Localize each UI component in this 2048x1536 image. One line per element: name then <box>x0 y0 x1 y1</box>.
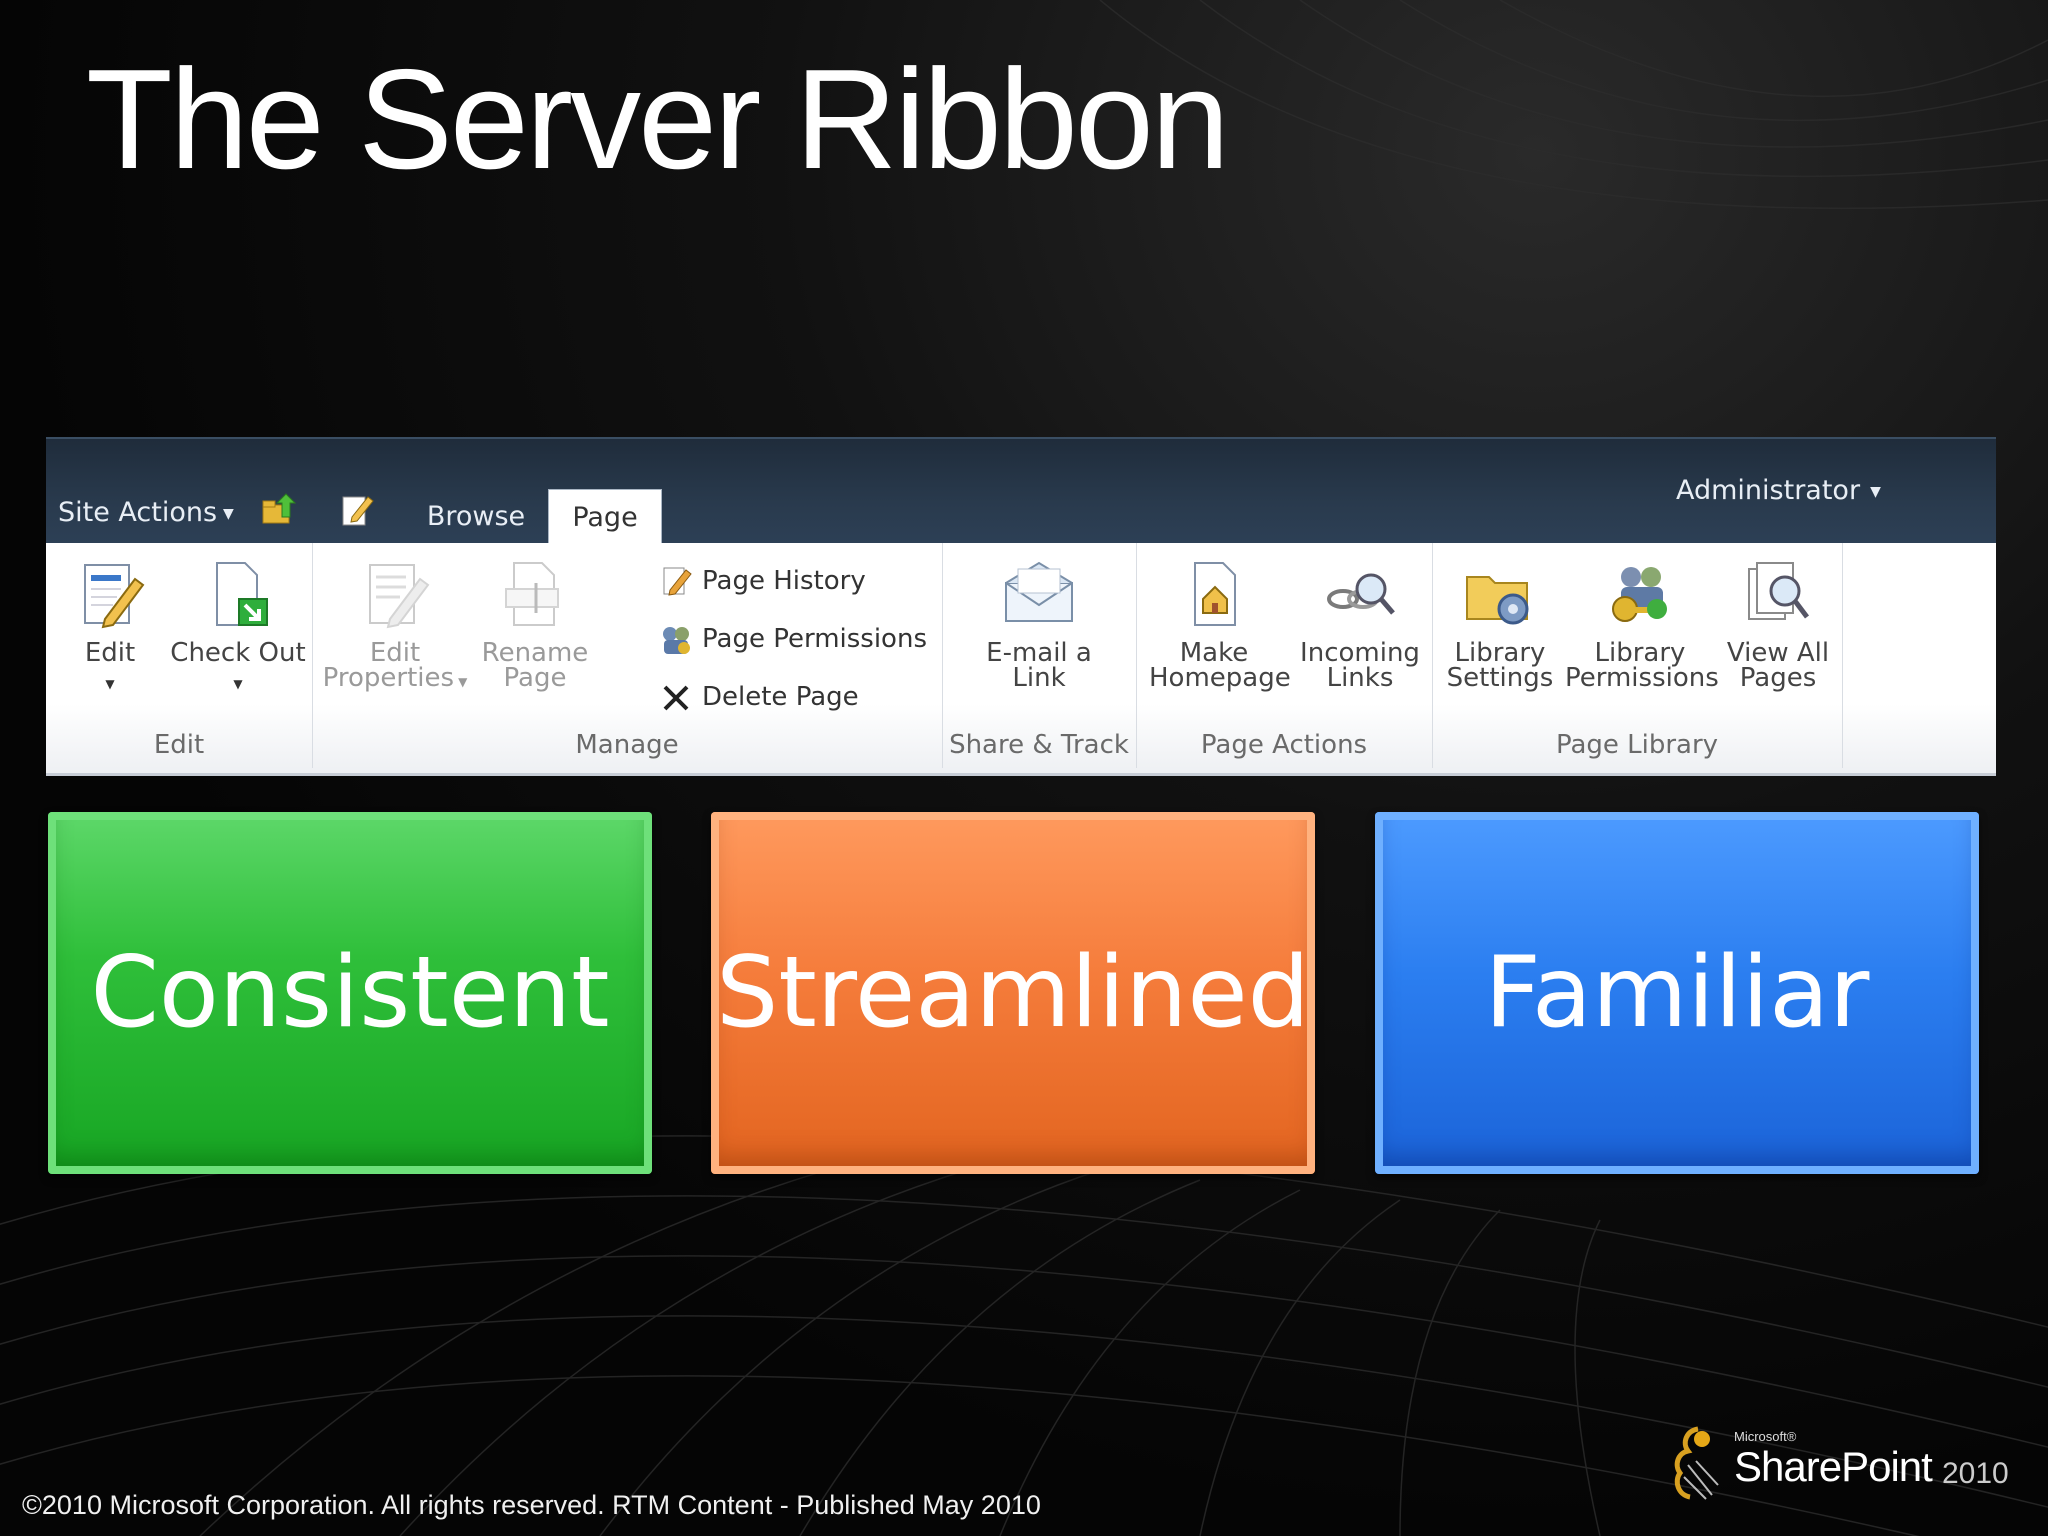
incoming-links-button[interactable]: Incoming Links <box>1292 559 1428 691</box>
group-manage: Edit Properties ▼ Rename Page Page Histor… <box>312 543 943 768</box>
navigate-up-icon[interactable] <box>260 491 298 529</box>
tab-browse[interactable]: Browse <box>412 489 540 545</box>
chevron-down-icon: ▼ <box>105 677 115 691</box>
library-permissions-button[interactable]: Library Permissions <box>1562 559 1719 693</box>
chevron-down-icon: ▼ <box>1870 483 1881 500</box>
library-settings-button[interactable]: Library Settings <box>1440 559 1560 691</box>
group-label-page-actions: Page Actions <box>1200 730 1368 760</box>
edit-button[interactable]: Edit ▼ <box>60 559 160 697</box>
page-history-label: Page History <box>702 566 866 596</box>
site-actions-menu[interactable]: Site Actions ▼ <box>58 497 234 528</box>
sharepoint-logo-icon <box>1674 1426 1719 1500</box>
box-consistent: Consistent <box>48 812 652 1174</box>
library-settings-label: Library Settings <box>1446 638 1554 693</box>
user-name: Administrator <box>1676 475 1861 506</box>
group-edit: Edit ▼ Check Out ▼ Edit <box>46 543 313 768</box>
incoming-links-label: Incoming Links <box>1300 638 1420 693</box>
email-link-button[interactable]: E-mail a Link <box>964 559 1114 691</box>
edit-page-small-icon[interactable] <box>338 491 376 529</box>
page-history-button[interactable]: Page History <box>658 561 866 601</box>
edit-page-icon <box>84 564 145 629</box>
group-page-library: Library Settings Library Permissions Vie… <box>1432 543 1843 768</box>
ribbon-top-bar: Site Actions ▼ Browse Page Administrator ▼ <box>46 437 1996 548</box>
slide-title: The Server Ribbon <box>86 40 1230 199</box>
page-permissions-button[interactable]: Page Permissions <box>658 619 927 659</box>
copyright-text: ©2010 Microsoft Corporation. All rights … <box>22 1490 1041 1520</box>
edit-properties-button[interactable]: Edit Properties ▼ <box>320 559 470 695</box>
library-permissions-icon <box>1612 567 1667 622</box>
delete-page-label: Delete Page <box>702 682 859 712</box>
rename-page-icon <box>505 562 559 626</box>
view-all-pages-icon <box>1748 562 1809 620</box>
tab-page[interactable]: Page <box>548 489 662 548</box>
homepage-icon <box>1194 562 1236 626</box>
sharepoint-logo: Microsoft® SharePoint 2010 <box>1668 1425 2009 1503</box>
page-history-icon <box>663 567 692 596</box>
make-homepage-button[interactable]: Make Homepage <box>1144 559 1291 693</box>
group-page-actions: Make Homepage Incoming Links Page Action… <box>1136 543 1433 768</box>
delete-icon <box>663 685 689 710</box>
site-actions-label: Site Actions <box>58 497 218 528</box>
group-label-edit: Edit <box>153 730 205 760</box>
logo-year: 2010 <box>1942 1457 2009 1490</box>
box-familiar: Familiar <box>1375 812 1979 1174</box>
logo-product: SharePoint <box>1734 1443 1933 1490</box>
library-permissions-label: Library Permissions <box>1565 638 1719 693</box>
make-homepage-label: Make Homepage <box>1149 638 1291 693</box>
logo-microsoft: Microsoft® <box>1734 1429 1797 1444</box>
email-icon <box>1005 561 1073 622</box>
view-all-pages-button[interactable]: View All Pages <box>1718 559 1838 691</box>
server-ribbon: Site Actions ▼ Browse Page Administrator ▼ <box>46 437 1996 776</box>
chevron-down-icon: ▼ <box>223 505 234 522</box>
group-share-track: E-mail a Link Share & Track <box>942 543 1137 768</box>
edit-button-label: Edit <box>84 638 136 668</box>
library-settings-icon <box>1466 576 1529 625</box>
edit-properties-icon <box>369 564 430 629</box>
edit-properties-label: Edit Properties <box>322 638 455 693</box>
rename-page-label: Rename Page <box>481 638 589 693</box>
view-all-pages-label: View All Pages <box>1726 638 1830 693</box>
chevron-down-icon: ▼ <box>233 677 243 691</box>
rename-page-button[interactable]: Rename Page <box>480 559 590 691</box>
incoming-links-icon <box>1327 573 1395 615</box>
delete-page-button[interactable]: Delete Page <box>658 677 859 717</box>
check-out-icon <box>216 562 268 626</box>
box-streamlined: Streamlined <box>711 812 1315 1174</box>
group-label-manage: Manage <box>575 730 679 760</box>
email-link-label: E-mail a Link <box>986 638 1092 693</box>
page-permissions-icon <box>663 626 690 654</box>
check-out-button[interactable]: Check Out ▼ <box>168 559 308 697</box>
chevron-down-icon: ▼ <box>458 675 468 689</box>
check-out-button-label: Check Out <box>170 638 306 668</box>
ribbon-body: Edit ▼ Check Out ▼ Edit Edit Properties … <box>46 543 1996 776</box>
group-label-page-library: Page Library <box>1555 730 1719 760</box>
page-permissions-label: Page Permissions <box>702 624 927 654</box>
group-label-share-track: Share & Track <box>949 730 1129 760</box>
user-menu[interactable]: Administrator ▼ <box>1676 475 1881 506</box>
